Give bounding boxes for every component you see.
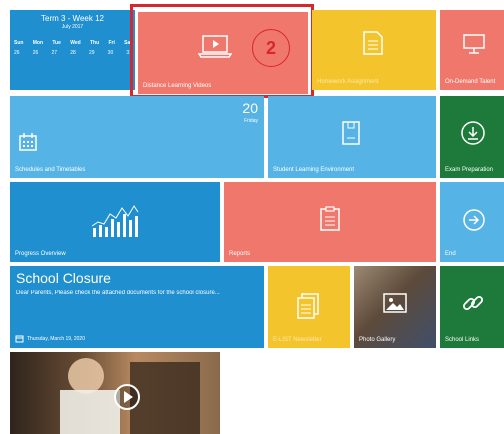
calendar-month: July 2017 xyxy=(61,24,84,30)
tile-label: Schedules and Timetables xyxy=(15,167,86,173)
callout-number-badge: 2 xyxy=(252,29,290,67)
calendar-days-row: Sun Mon Tue Wed Thu Fri Sat xyxy=(14,40,132,46)
calendar-date-cell[interactable]: 26 xyxy=(14,50,20,56)
book-icon xyxy=(340,120,362,146)
calendar-day-label: Wed xyxy=(70,40,81,46)
news-title: School Closure xyxy=(16,270,111,286)
bar-chart-icon xyxy=(90,202,140,238)
calendar-title: Term 3 - Week 12 xyxy=(41,14,104,23)
news-tile[interactable]: School Closure Dear Parents, Please chec… xyxy=(10,266,264,348)
calendar-date-cell[interactable]: 28 xyxy=(70,50,76,56)
calendar-day-label: Fri xyxy=(108,40,115,46)
image-icon xyxy=(382,292,408,316)
newsletter-tile[interactable]: E-LIST Newsletter xyxy=(268,266,350,348)
student-photo xyxy=(68,358,104,394)
calendar-day-label: Mon xyxy=(32,40,44,46)
tile-label: Photo Gallery xyxy=(359,337,396,343)
calendar-date-cell[interactable]: 30 xyxy=(108,50,114,56)
tile-label: Exam Preparation xyxy=(445,167,494,173)
calendar-date-cell[interactable]: 29 xyxy=(89,50,95,56)
homework-tile[interactable]: Homework Assignment xyxy=(312,10,436,90)
calendar-tile[interactable]: Term 3 - Week 12 July 2017 Sun Mon Tue Wed T… xyxy=(10,10,135,90)
school-links-tile[interactable]: School Links xyxy=(440,266,504,348)
monitor-icon xyxy=(462,32,486,56)
tile-label: School Links xyxy=(445,337,480,343)
tile-label: End xyxy=(445,251,456,257)
calendar-icon xyxy=(18,132,38,152)
clipboard-icon xyxy=(319,206,341,232)
tile-label: On-Demand Talent xyxy=(445,79,496,85)
progress-overview-tile[interactable]: Progress Overview xyxy=(10,182,220,262)
news-body: Dear Parents, Please check the attached … xyxy=(16,290,220,296)
date-day: Friday xyxy=(244,118,258,124)
student-shirt xyxy=(60,390,120,434)
play-icon[interactable] xyxy=(112,382,142,412)
calendar-dates-row: 26 26 27 28 29 30 31 xyxy=(14,50,132,56)
schedules-tile[interactable]: 20 Friday Schedules and Timetables xyxy=(10,96,264,178)
calendar-icon xyxy=(15,334,24,343)
download-icon xyxy=(460,120,486,146)
video-tile[interactable] xyxy=(10,352,220,434)
news-date: Thursday, March 19, 2020 xyxy=(27,336,85,342)
calendar-date-cell[interactable]: 26 xyxy=(33,50,39,56)
exam-preparation-tile[interactable]: Exam Preparation xyxy=(440,96,504,178)
calendar-date-cell[interactable]: 27 xyxy=(51,50,57,56)
calendar-day-label: Tue xyxy=(52,40,61,46)
student-learning-env-tile[interactable]: Student Learning Environment xyxy=(268,96,436,178)
on-demand-tile[interactable]: On-Demand Talent xyxy=(440,10,504,90)
calendar-day-label: Thu xyxy=(89,40,100,46)
tile-label: Reports xyxy=(229,251,251,257)
tile-label: Homework Assignment xyxy=(317,79,379,85)
end-tile[interactable]: End xyxy=(440,182,504,262)
calendar-day-label: Sun xyxy=(14,40,24,46)
newsletter-icon xyxy=(296,292,320,320)
link-icon xyxy=(460,290,486,316)
date-number: 20 xyxy=(242,100,258,116)
photo-gallery-tile[interactable]: Photo Gallery xyxy=(354,266,436,348)
tile-label: Progress Overview xyxy=(15,251,66,257)
reports-tile[interactable]: Reports xyxy=(224,182,436,262)
tile-label: Student Learning Environment xyxy=(273,167,355,173)
arrow-right-icon xyxy=(462,208,486,232)
document-icon xyxy=(362,30,384,56)
tile-label: E-LIST Newsletter xyxy=(273,337,322,343)
